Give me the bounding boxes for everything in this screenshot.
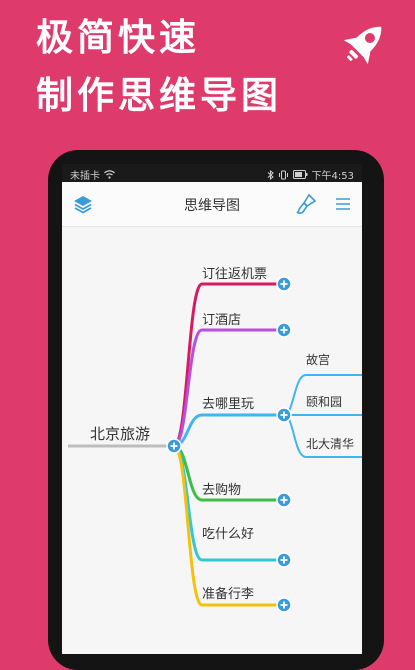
paint-brush-icon[interactable] [295, 193, 317, 215]
add-node-button[interactable] [276, 492, 292, 508]
branch-line-places [173, 413, 284, 448]
add-node-button[interactable] [276, 276, 292, 292]
add-node-button[interactable] [276, 407, 292, 423]
add-node-button[interactable] [276, 322, 292, 338]
wifi-icon [104, 170, 115, 179]
branch-node-food[interactable]: 吃什么好 [202, 523, 254, 542]
app-bar: 思维导图 [62, 182, 362, 227]
carrier-text: 未插卡 [70, 171, 100, 182]
add-node-button[interactable] [166, 438, 182, 454]
page-title: 思维导图 [184, 198, 240, 214]
branch-node-hotel[interactable]: 订酒店 [202, 309, 241, 328]
bluetooth-icon [267, 169, 274, 180]
phone-screen: 未插卡 下午4:53 思维导图 北京旅游 订往返机票 订酒店 去哪里玩 去购物 … [62, 164, 362, 654]
branch-node-tickets[interactable]: 订往返机票 [202, 263, 267, 282]
branch-node-places[interactable]: 去哪里玩 [202, 393, 254, 412]
branch-node-shopping[interactable]: 去购物 [202, 479, 241, 498]
sub-node-gugong[interactable]: 故宫 [306, 351, 330, 368]
promo-headline-line2: 制作思维导图 [36, 74, 282, 117]
branch-node-luggage[interactable]: 准备行李 [202, 583, 254, 602]
vibrate-icon [278, 170, 289, 180]
sub-node-pkuthu[interactable]: 北大清华 [306, 435, 354, 452]
add-node-button[interactable] [276, 552, 292, 568]
time-text: 下午4:53 [311, 171, 354, 182]
status-bar: 未插卡 下午4:53 [62, 164, 362, 182]
promo-headline-line1: 极简快速 [36, 16, 200, 59]
add-node-button[interactable] [276, 597, 292, 613]
sub-node-yiheyuan[interactable]: 颐和园 [306, 393, 342, 410]
rocket-icon [336, 14, 394, 72]
mindmap-canvas: 北京旅游 订往返机票 订酒店 去哪里玩 去购物 吃什么好 准备行李 故宫 颐和园… [62, 227, 362, 654]
menu-icon[interactable] [332, 193, 354, 215]
battery-icon [292, 170, 308, 179]
root-node[interactable]: 北京旅游 [90, 423, 150, 444]
